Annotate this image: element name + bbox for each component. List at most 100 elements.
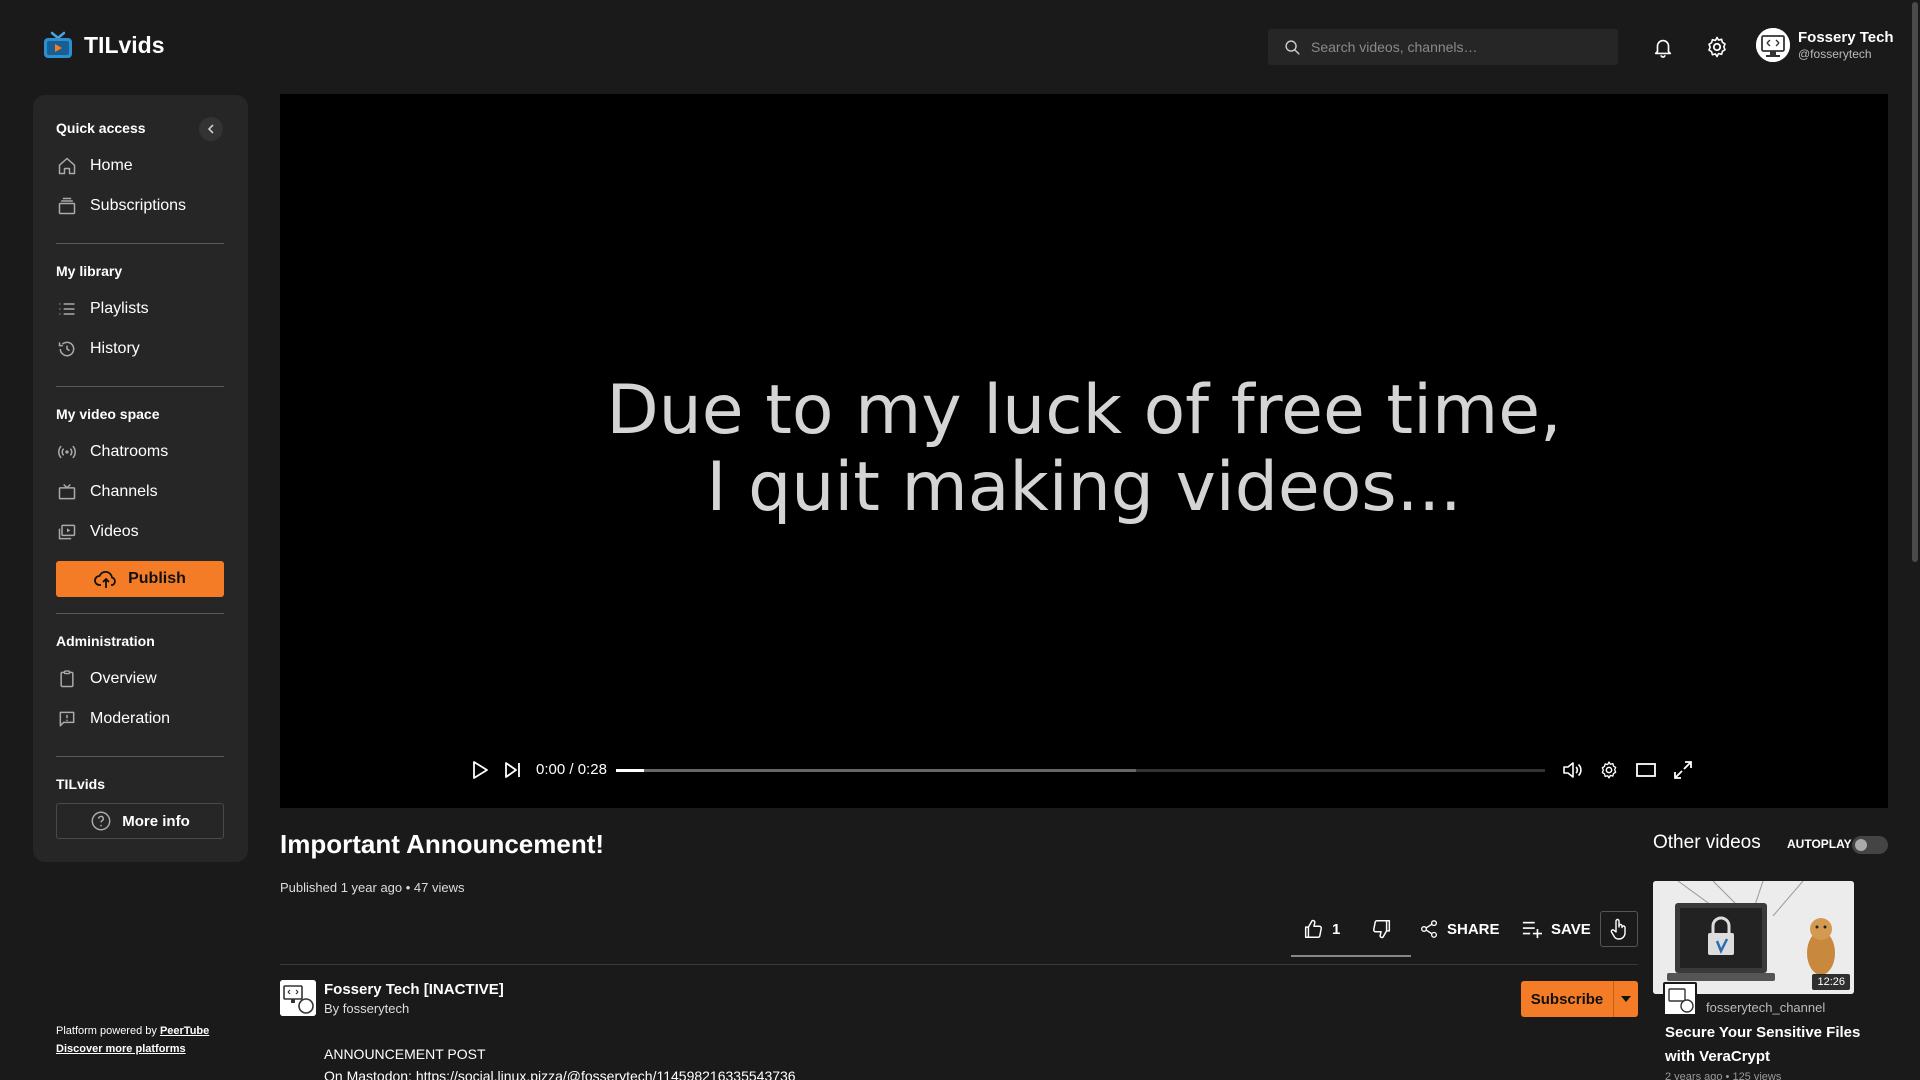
player-controls: 0:00 / 0:28 [280, 750, 1888, 790]
sidebar-item-overview[interactable]: Overview [56, 664, 224, 694]
sidebar-divider [56, 386, 224, 387]
skip-next-icon [504, 761, 522, 779]
next-button[interactable] [501, 758, 525, 782]
volume-button[interactable] [1561, 758, 1585, 782]
search-input[interactable] [1311, 39, 1601, 55]
more-info-button[interactable]: More info [56, 803, 224, 839]
channel-owner[interactable]: By fosserytech [324, 1000, 504, 1018]
user-name: Fossery Tech [1798, 29, 1894, 46]
publish-button[interactable]: Publish [56, 561, 224, 597]
settings-gear-icon[interactable] [1704, 34, 1730, 60]
sidebar-divider [56, 613, 224, 614]
chevron-left-icon [205, 123, 217, 135]
section-title-my-video-space: My video space [56, 406, 160, 422]
recommended-video-meta: 2 years ago • 125 views [1665, 1071, 1782, 1080]
save-button[interactable]: SAVE [1521, 911, 1591, 947]
autoplay-toggle[interactable] [1852, 836, 1888, 854]
more-actions-button[interactable] [1600, 911, 1638, 947]
channel-name[interactable]: Fossery Tech [INACTIVE] [324, 980, 504, 1000]
page-scrollbar[interactable] [1910, 0, 1920, 1080]
subscriptions-icon [56, 195, 78, 217]
progress-bar[interactable] [616, 769, 1545, 772]
sidebar-item-label: Moderation [90, 710, 171, 727]
subscribe-button[interactable]: Subscribe [1521, 981, 1638, 1017]
theater-mode-button[interactable] [1634, 758, 1658, 782]
time-display: 0:00 / 0:28 [536, 761, 607, 778]
scrollbar-thumb[interactable] [1912, 2, 1918, 562]
share-button[interactable]: SHARE [1419, 911, 1500, 947]
share-label: SHARE [1447, 920, 1500, 938]
sidebar-item-label: Home [90, 157, 133, 174]
cloud-upload-icon [94, 568, 118, 590]
sidebar-collapse-button[interactable] [199, 117, 223, 141]
user-menu[interactable]: Fossery Tech @fosserytech [1756, 28, 1894, 62]
play-icon [471, 760, 489, 780]
sidebar-item-label: Chatrooms [90, 443, 169, 460]
video-player[interactable]: Due to my luck of free time, I quit maki… [280, 94, 1888, 808]
app-name: TILvids [84, 31, 165, 58]
publish-label: Publish [128, 570, 186, 587]
playlist-add-icon [1521, 919, 1543, 939]
more-info-label: More info [122, 812, 190, 830]
gear-icon [1599, 760, 1619, 780]
sidebar-item-videos[interactable]: Videos [56, 517, 224, 547]
history-icon [56, 338, 78, 360]
recommended-channel-avatar[interactable] [1663, 982, 1697, 1016]
sidebar-item-label: Overview [90, 670, 157, 687]
sidebar-item-history[interactable]: History [56, 334, 224, 364]
info-divider [280, 964, 1638, 965]
save-label: SAVE [1551, 920, 1591, 938]
play-button[interactable] [468, 758, 492, 782]
sidebar-item-subscriptions[interactable]: Subscriptions [56, 191, 224, 221]
discover-platforms-link[interactable]: Discover more platforms [56, 1043, 186, 1055]
subscribe-dropdown-toggle[interactable] [1614, 996, 1638, 1002]
player-settings-button[interactable] [1597, 758, 1621, 782]
section-title-my-library: My library [56, 263, 123, 279]
caret-down-icon [1621, 996, 1631, 1002]
notifications-bell-icon[interactable] [1650, 34, 1676, 60]
sidebar-item-label: Videos [90, 523, 139, 540]
help-circle-icon [90, 810, 112, 832]
progress-buffered [616, 769, 1137, 772]
broadcast-icon [56, 441, 78, 463]
top-header: TILvids Fossery Tech @fosserytech [0, 0, 1920, 94]
description-line: ANNOUNCEMENT POST [324, 1046, 486, 1062]
video-frame-line: I quit making videos... [706, 448, 1462, 527]
sidebar-divider [56, 756, 224, 757]
sidebar-item-home[interactable]: Home [56, 151, 224, 181]
sidebar-item-channels[interactable]: Channels [56, 477, 224, 507]
thumbs-up-icon [1302, 918, 1324, 940]
channel-info: Fossery Tech [INACTIVE] By fosserytech [280, 980, 504, 1018]
theater-icon [1636, 763, 1656, 777]
logo[interactable]: TILvids [42, 30, 165, 60]
video-frame-text: Due to my luck of free time, I quit maki… [280, 372, 1888, 526]
user-avatar [1756, 28, 1790, 62]
sidebar-item-label: Subscriptions [90, 197, 187, 214]
like-ratio-bar [1291, 955, 1411, 957]
tv-icon [56, 481, 78, 503]
video-frame-line: Due to my luck of free time, [606, 371, 1562, 450]
recommended-video-title[interactable]: Secure Your Sensitive Files with VeraCry… [1665, 1021, 1865, 1069]
videos-icon [56, 521, 78, 543]
volume-icon [1562, 760, 1584, 780]
sidebar-item-label: Channels [90, 483, 158, 500]
sidebar-item-chatrooms[interactable]: Chatrooms [56, 437, 224, 467]
share-icon [1419, 919, 1439, 939]
recommended-video-thumbnail[interactable]: 12:26 [1653, 881, 1854, 994]
left-sidebar: Quick access Home Subscriptions My libra… [33, 95, 248, 862]
peertube-link[interactable]: PeerTube [160, 1025, 209, 1037]
channel-avatar[interactable] [280, 980, 316, 1016]
user-handle: @fosserytech [1798, 47, 1872, 61]
sidebar-item-playlists[interactable]: Playlists [56, 294, 224, 324]
dislike-button[interactable] [1371, 911, 1393, 947]
subscribe-label: Subscribe [1530, 990, 1604, 1008]
sidebar-item-moderation[interactable]: Moderation [56, 704, 224, 734]
fullscreen-button[interactable] [1671, 758, 1695, 782]
sidebar-item-label: Playlists [90, 300, 149, 317]
like-button[interactable]: 1 [1302, 911, 1340, 947]
time-separator: / [565, 761, 578, 778]
autoplay-label: AUTOPLAY [1787, 837, 1852, 851]
section-title-instance: TILvids [56, 776, 106, 792]
recommended-channel-name[interactable]: fosserytech_channel [1706, 1000, 1825, 1015]
section-title-quick-access: Quick access [56, 120, 146, 136]
